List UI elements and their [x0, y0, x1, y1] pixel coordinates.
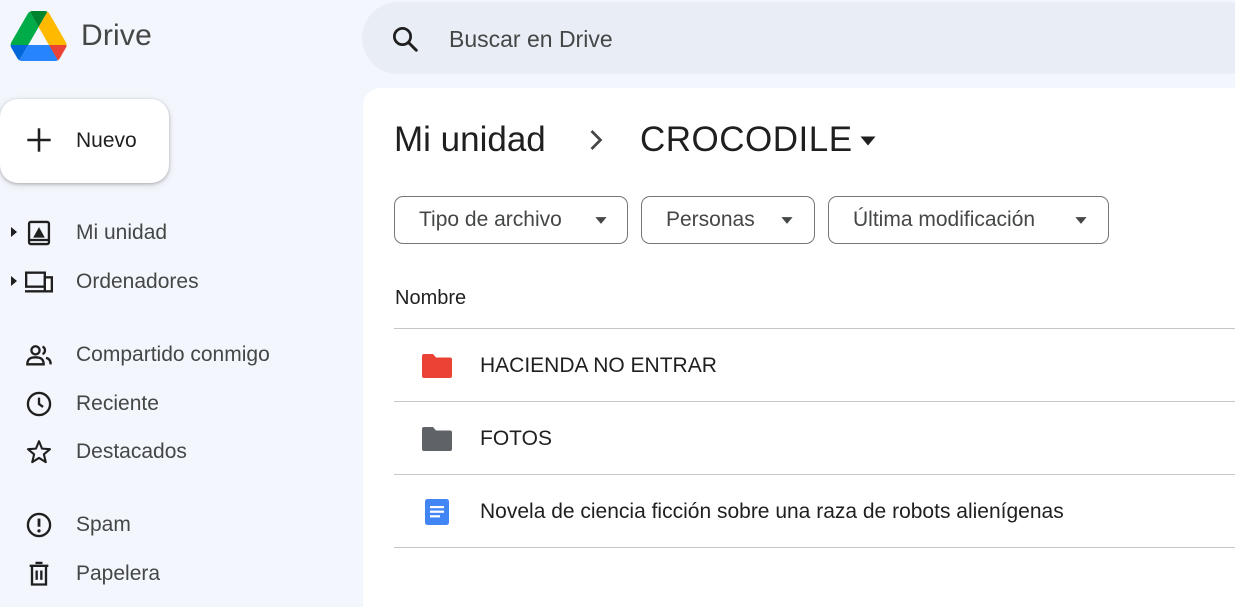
sidebar-item-trash[interactable]: Papelera	[0, 553, 350, 593]
divider	[394, 474, 1235, 475]
caret-down-icon	[595, 217, 607, 224]
new-button-label: Nuevo	[76, 129, 137, 152]
filter-label: Última modificación	[853, 208, 1036, 231]
new-button[interactable]: Nuevo	[0, 99, 169, 183]
app-name: Drive	[81, 19, 153, 52]
file-name: FOTOS	[480, 427, 552, 450]
sidebar-item-label: Destacados	[76, 440, 187, 463]
people-icon	[26, 345, 52, 366]
sidebar-item-label: Papelera	[76, 562, 161, 585]
star-icon	[26, 440, 52, 464]
expand-caret-icon[interactable]	[11, 227, 17, 237]
sidebar-item-label: Compartido conmigo	[76, 343, 270, 366]
file-row[interactable]: FOTOS	[394, 403, 1235, 475]
divider	[394, 328, 1235, 329]
search-icon[interactable]	[390, 24, 420, 54]
filter-label: Personas	[666, 208, 755, 231]
sidebar-item-label: Spam	[76, 513, 131, 536]
folder-icon	[422, 354, 452, 378]
sidebar-item-label: Reciente	[76, 392, 159, 415]
caret-down-icon	[781, 217, 793, 224]
sidebar-item-shared-with-me[interactable]: Compartido conmigo	[0, 334, 350, 374]
sidebar-item-my-drive[interactable]: Mi unidad	[0, 212, 350, 252]
drive-logo-icon	[10, 11, 67, 61]
plus-icon	[27, 128, 51, 152]
file-name: HACIENDA NO ENTRAR	[480, 354, 717, 377]
trash-icon	[29, 561, 49, 586]
filter-last-modified[interactable]: Última modificación	[828, 196, 1109, 244]
divider	[394, 547, 1235, 548]
sidebar-item-recent[interactable]: Reciente	[0, 383, 350, 423]
drive-logo[interactable]: Drive	[10, 11, 152, 61]
file-name: Novela de ciencia ficción sobre una raza…	[480, 500, 1064, 523]
search-input[interactable]: Buscar en Drive	[449, 26, 613, 53]
file-row[interactable]: HACIENDA NO ENTRAR	[394, 330, 1235, 402]
sidebar-item-label: Ordenadores	[76, 270, 199, 293]
sidebar-item-label: Mi unidad	[76, 221, 168, 244]
file-row[interactable]: Novela de ciencia ficción sobre una raza…	[394, 476, 1235, 548]
filter-label: Tipo de archivo	[419, 208, 562, 231]
sidebar-item-starred[interactable]: Destacados	[0, 431, 350, 471]
expand-caret-icon[interactable]	[11, 276, 17, 286]
spam-icon	[26, 512, 52, 538]
chevron-right-icon	[590, 130, 603, 150]
column-header-name[interactable]: Nombre	[395, 287, 466, 310]
breadcrumb-current-folder[interactable]: CROCODILE	[640, 120, 853, 160]
computers-icon	[25, 271, 53, 293]
folder-icon	[422, 427, 452, 451]
caret-down-icon	[1075, 217, 1087, 224]
drive-icon	[27, 220, 51, 246]
doc-icon	[425, 499, 449, 525]
filter-people[interactable]: Personas	[641, 196, 815, 244]
caret-down-icon[interactable]	[859, 135, 877, 147]
divider	[394, 401, 1235, 402]
sidebar-item-computers[interactable]: Ordenadores	[0, 261, 350, 301]
filter-file-type[interactable]: Tipo de archivo	[394, 196, 628, 244]
drive-app: Drive Buscar en Drive Nuevo Mi unidad Or…	[0, 0, 1235, 607]
search-bar[interactable]: Buscar en Drive	[362, 2, 1235, 74]
sidebar-item-spam[interactable]: Spam	[0, 504, 350, 544]
clock-icon	[26, 391, 52, 417]
breadcrumb-my-drive[interactable]: Mi unidad	[394, 120, 546, 160]
